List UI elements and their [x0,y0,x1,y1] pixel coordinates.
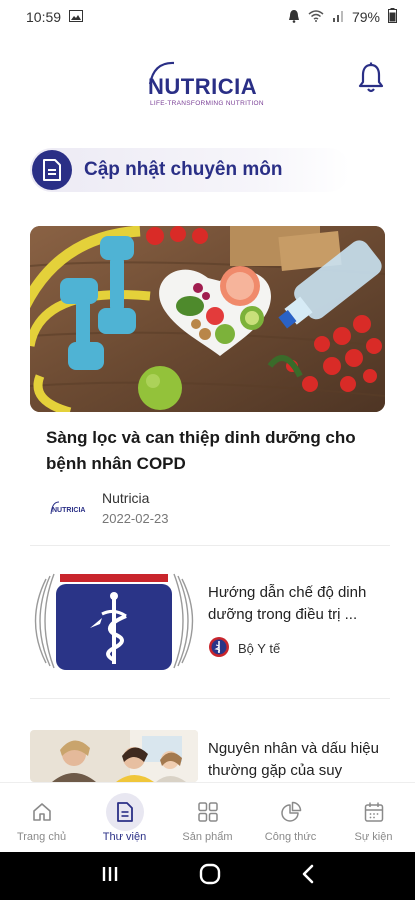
source-name: Bộ Y tế [238,641,281,656]
article-title: Hướng dẫn chế độ dinh dưỡng trong điều t… [208,584,367,623]
nutricia-mini-logo: NUTRICIA [50,498,92,518]
ministry-of-health-icon [208,636,230,661]
recent-apps-icon[interactable] [100,865,120,888]
divider [30,545,390,546]
section-header: Cập nhật chuyên môn [30,148,350,192]
section-title: Cập nhật chuyên môn [84,159,283,180]
nutricia-logo[interactable]: NUTRICIA LIFE-TRANSFORMING NUTRITION [148,58,268,114]
home-icon [23,793,61,831]
status-bar: 10:59 79% [0,0,415,34]
wifi-icon [308,9,324,25]
battery-icon [388,8,397,26]
status-left: 10:59 [26,9,84,25]
article-thumbnail [30,730,198,782]
back-icon[interactable] [301,864,315,889]
article-title: Nguyên nhân và dấu hiệu thường gặp của s… [208,740,379,779]
home-button-icon[interactable] [199,863,221,890]
featured-author[interactable]: NUTRICIA Nutricia 2022-02-23 [50,490,169,526]
image-icon [69,9,84,25]
alarm-icon [288,9,300,26]
nav-recipes[interactable]: Công thức [249,783,332,852]
nav-home[interactable]: Trang chủ [0,783,83,852]
article-source: Bộ Y tế [208,636,280,661]
document-icon [105,793,144,831]
nav-label: Trang chủ [16,831,67,843]
grid-icon [189,793,227,831]
pie-chart-icon [272,793,310,831]
status-time: 10:59 [26,9,62,25]
document-icon [32,150,72,190]
nav-label: Thư viện [102,831,147,843]
list-item[interactable]: Nguyên nhân và dấu hiệu thường gặp của s… [30,730,390,782]
nav-label: Sự kiện [354,831,393,843]
signal-icon [332,9,344,25]
author-name: Nutricia [102,490,150,506]
nav-products[interactable]: Sản phẩm [166,783,249,852]
nav-label: Sản phẩm [182,831,233,843]
nav-label: Công thức [264,831,317,843]
system-navigation-bar [0,852,415,900]
nav-library[interactable]: Thư viện [83,783,166,852]
article-thumbnail [30,572,198,670]
featured-article-title[interactable]: Sàng lọc và can thiệp dinh dưỡng cho bện… [46,425,376,477]
logo-wordmark: NUTRICIA [148,74,258,99]
nav-events[interactable]: Sự kiện [332,783,415,852]
status-right: 79% [288,8,397,26]
calendar-icon [355,793,393,831]
notification-bell-icon[interactable] [358,62,388,96]
list-item[interactable]: Hướng dẫn chế độ dinh dưỡng trong điều t… [30,572,390,672]
author-meta: Nutricia 2022-02-23 [102,490,169,526]
logo-tagline: LIFE-TRANSFORMING NUTRITION [150,100,264,107]
divider [30,698,390,699]
svg-text:NUTRICIA: NUTRICIA [52,507,85,514]
publish-date: 2022-02-23 [102,511,169,526]
bottom-navigation: Trang chủ Thư viện Sản phẩm Công thức Sự… [0,782,415,852]
battery-percent: 79% [351,9,380,25]
app-header: NUTRICIA LIFE-TRANSFORMING NUTRITION [0,50,415,120]
featured-article-image[interactable] [30,226,385,412]
